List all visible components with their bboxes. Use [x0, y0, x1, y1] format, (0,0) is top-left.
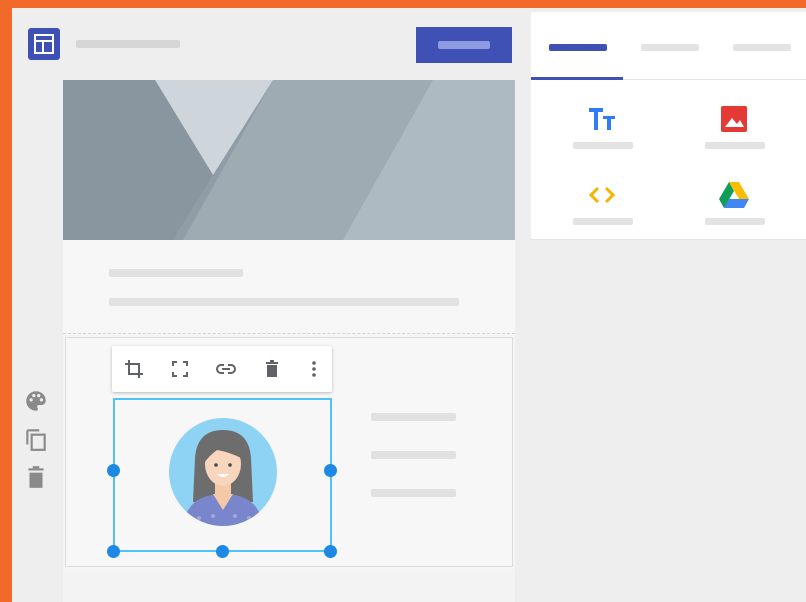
insert-item-label — [573, 218, 633, 225]
resize-handle-bottom[interactable] — [216, 545, 229, 558]
publish-button[interactable] — [416, 27, 512, 63]
tab-label — [549, 44, 607, 51]
selected-image-frame[interactable] — [107, 398, 337, 558]
text-placeholder-line — [371, 413, 456, 421]
avatar — [169, 418, 277, 526]
publish-button-label — [438, 41, 490, 49]
next-section[interactable] — [63, 570, 515, 602]
text-box-icon — [585, 102, 619, 136]
copy-icon[interactable] — [23, 426, 49, 452]
palette-icon[interactable] — [23, 388, 49, 414]
delete-icon[interactable] — [260, 357, 284, 381]
insert-embed-button[interactable] — [551, 170, 651, 240]
embed-code-icon — [585, 178, 619, 212]
image-toolbar — [112, 346, 332, 392]
insert-item-label — [705, 218, 765, 225]
insert-drive-button[interactable] — [683, 170, 783, 240]
insert-grid — [531, 80, 806, 240]
tab-label — [641, 44, 699, 51]
insert-item-label — [705, 142, 765, 149]
more-vert-icon[interactable] — [302, 357, 326, 381]
insert-item-label — [573, 142, 633, 149]
text-section[interactable] — [63, 240, 515, 334]
resize-handle-bottom-right[interactable] — [324, 545, 337, 558]
text-placeholder-line — [109, 298, 459, 306]
tab-themes[interactable] — [715, 12, 806, 80]
panel-tabs — [531, 12, 806, 80]
text-placeholder-line — [109, 269, 243, 277]
resize-handle-right[interactable] — [324, 464, 337, 477]
layout-icon[interactable] — [28, 28, 60, 60]
right-panel — [531, 12, 806, 602]
google-drive-icon — [717, 178, 751, 212]
header-banner-image[interactable] — [63, 80, 515, 240]
image-icon — [717, 102, 751, 136]
site-title — [76, 40, 180, 48]
tab-label — [733, 44, 791, 51]
tab-pages[interactable] — [623, 12, 715, 80]
text-placeholder-line — [371, 489, 456, 497]
editor-window — [12, 8, 806, 602]
crop-icon[interactable] — [122, 357, 146, 381]
resize-handle-bottom-left[interactable] — [107, 545, 120, 558]
resize-handle-left[interactable] — [107, 464, 120, 477]
link-icon[interactable] — [214, 357, 238, 381]
insert-image-button[interactable] — [683, 94, 783, 164]
insert-text-box-button[interactable] — [551, 94, 651, 164]
delete-icon[interactable] — [23, 464, 49, 490]
text-placeholder-line — [371, 451, 456, 459]
fullscreen-icon[interactable] — [168, 357, 192, 381]
tab-insert[interactable] — [531, 12, 623, 80]
